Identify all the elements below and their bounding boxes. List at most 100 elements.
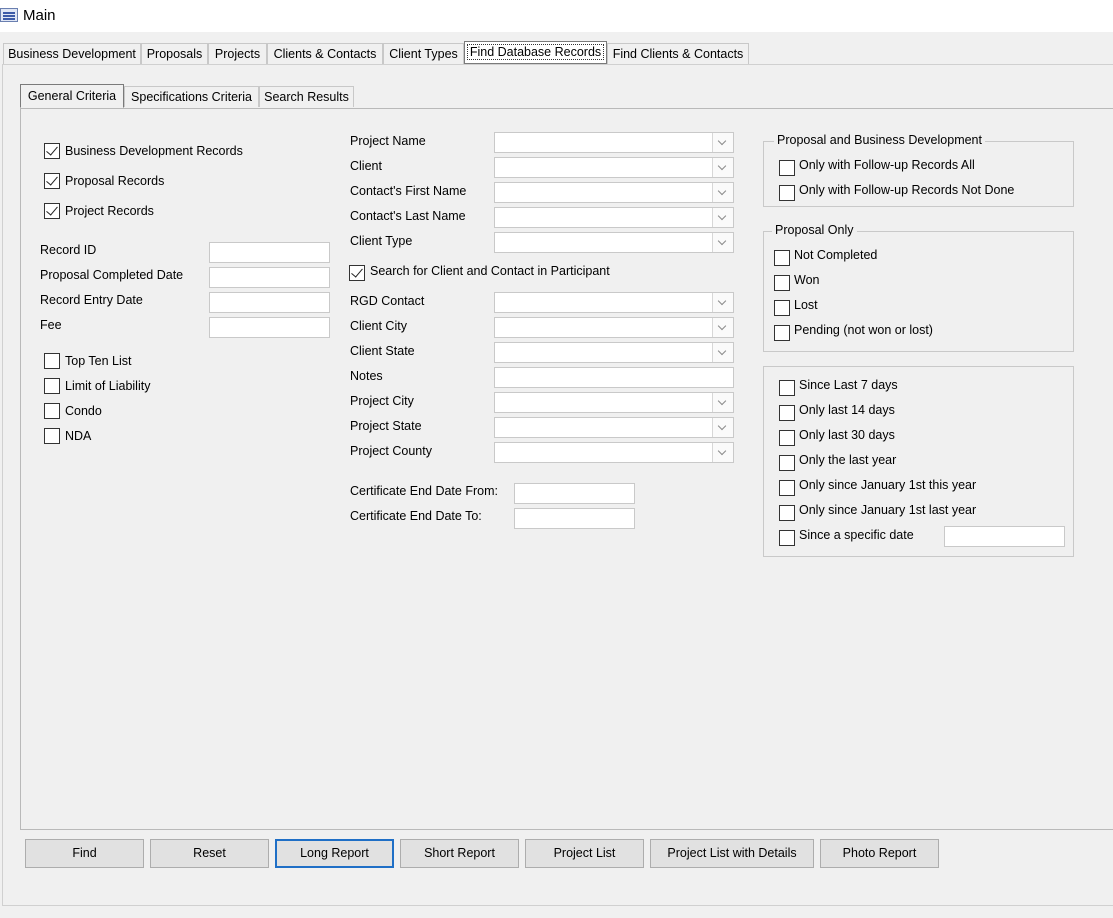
tab-clients-contacts[interactable]: Clients & Contacts — [267, 43, 383, 64]
tab-business-development[interactable]: Business Development — [3, 43, 141, 64]
certificate-end-date-from-input[interactable] — [514, 483, 635, 504]
chevron-down-icon[interactable] — [712, 183, 733, 202]
chevron-down-icon[interactable] — [712, 418, 733, 437]
proposal-only-group-title: Proposal Only — [772, 223, 857, 238]
project-state-label: Project State — [350, 419, 422, 433]
chevron-down-icon[interactable] — [712, 233, 733, 252]
only-last-year-label: Only the last year — [799, 453, 897, 467]
lost-checkbox[interactable] — [774, 300, 790, 316]
long-report-button[interactable]: Long Report — [275, 839, 394, 868]
contact-last-name-combo[interactable] — [494, 207, 734, 228]
record-entry-date-input[interactable] — [209, 292, 330, 313]
proposal-records-checkbox[interactable] — [44, 173, 60, 189]
only-last-30-days-checkbox[interactable] — [779, 430, 795, 446]
record-id-label: Record ID — [40, 243, 97, 257]
business-development-records-checkbox[interactable] — [44, 143, 60, 159]
since-jan-this-year-checkbox[interactable] — [779, 480, 795, 496]
contact-first-name-combo[interactable] — [494, 182, 734, 203]
tab-projects[interactable]: Projects — [208, 43, 267, 64]
client-city-combo[interactable] — [494, 317, 734, 338]
chevron-down-icon[interactable] — [712, 208, 733, 227]
record-id-input[interactable] — [209, 242, 330, 263]
fee-input[interactable] — [209, 317, 330, 338]
proposal-completed-date-input[interactable] — [209, 267, 330, 288]
project-list-details-button[interactable]: Project List with Details — [650, 839, 814, 868]
reset-button[interactable]: Reset — [150, 839, 269, 868]
client-city-label: Client City — [350, 319, 407, 333]
participant-search-checkbox[interactable] — [349, 265, 365, 281]
project-list-button[interactable]: Project List — [525, 839, 644, 868]
chevron-down-icon[interactable] — [712, 443, 733, 462]
top-ten-list-label: Top Ten List — [65, 354, 132, 368]
since-last-7-days-checkbox[interactable] — [779, 380, 795, 396]
since-specific-date-label: Since a specific date — [799, 528, 914, 542]
since-jan-last-year-checkbox[interactable] — [779, 505, 795, 521]
followup-not-done-checkbox[interactable] — [779, 185, 795, 201]
followup-all-label: Only with Follow-up Records All — [799, 158, 975, 172]
certificate-end-date-to-input[interactable] — [514, 508, 635, 529]
tab-search-results[interactable]: Search Results — [259, 86, 354, 107]
specific-date-input[interactable] — [944, 526, 1065, 547]
rgd-contact-combo[interactable] — [494, 292, 734, 313]
proposal-completed-date-label: Proposal Completed Date — [40, 268, 184, 282]
participant-search-label: Search for Client and Contact in Partici… — [370, 264, 610, 278]
chevron-down-icon[interactable] — [712, 343, 733, 362]
project-records-checkbox[interactable] — [44, 203, 60, 219]
proposal-records-label: Proposal Records — [65, 174, 165, 188]
won-checkbox[interactable] — [774, 275, 790, 291]
condo-label: Condo — [65, 404, 102, 418]
form-app-icon — [0, 8, 18, 22]
pending-checkbox[interactable] — [774, 325, 790, 341]
client-state-label: Client State — [350, 344, 415, 358]
title-bar — [0, 0, 1113, 32]
business-development-records-label: Business Development Records — [65, 144, 243, 158]
client-combo[interactable] — [494, 157, 734, 178]
since-jan-this-year-label: Only since January 1st this year — [799, 478, 977, 492]
project-name-label: Project Name — [350, 134, 426, 148]
followup-all-checkbox[interactable] — [779, 160, 795, 176]
chevron-down-icon[interactable] — [712, 318, 733, 337]
only-last-14-days-checkbox[interactable] — [779, 405, 795, 421]
contact-last-name-label: Contact's Last Name — [350, 209, 466, 223]
project-name-combo[interactable] — [494, 132, 734, 153]
certificate-end-date-to-label: Certificate End Date To: — [350, 509, 482, 523]
since-last-7-days-label: Since Last 7 days — [799, 378, 898, 392]
tab-proposals[interactable]: Proposals — [141, 43, 208, 64]
project-records-label: Project Records — [65, 204, 154, 218]
notes-label: Notes — [350, 369, 383, 383]
client-type-combo[interactable] — [494, 232, 734, 253]
followup-not-done-label: Only with Follow-up Records Not Done — [799, 183, 1015, 197]
photo-report-button[interactable]: Photo Report — [820, 839, 939, 868]
only-last-30-days-label: Only last 30 days — [799, 428, 895, 442]
since-specific-date-checkbox[interactable] — [779, 530, 795, 546]
won-label: Won — [794, 273, 820, 287]
tab-specifications-criteria[interactable]: Specifications Criteria — [124, 86, 259, 107]
top-ten-list-checkbox[interactable] — [44, 353, 60, 369]
contact-first-name-label: Contact's First Name — [350, 184, 467, 198]
since-jan-last-year-label: Only since January 1st last year — [799, 503, 977, 517]
limit-of-liability-label: Limit of Liability — [65, 379, 151, 393]
chevron-down-icon[interactable] — [712, 393, 733, 412]
chevron-down-icon[interactable] — [712, 293, 733, 312]
find-button[interactable]: Find — [25, 839, 144, 868]
chevron-down-icon[interactable] — [712, 158, 733, 177]
project-county-combo[interactable] — [494, 442, 734, 463]
certificate-end-date-from-label: Certificate End Date From: — [350, 484, 498, 498]
not-completed-checkbox[interactable] — [774, 250, 790, 266]
project-state-combo[interactable] — [494, 417, 734, 438]
not-completed-label: Not Completed — [794, 248, 878, 262]
limit-of-liability-checkbox[interactable] — [44, 378, 60, 394]
project-city-combo[interactable] — [494, 392, 734, 413]
tab-find-clients-contacts[interactable]: Find Clients & Contacts — [607, 43, 749, 64]
nda-label: NDA — [65, 429, 92, 443]
chevron-down-icon[interactable] — [712, 133, 733, 152]
nda-checkbox[interactable] — [44, 428, 60, 444]
tab-general-criteria[interactable]: General Criteria — [20, 84, 124, 108]
tab-client-types[interactable]: Client Types — [383, 43, 464, 64]
condo-checkbox[interactable] — [44, 403, 60, 419]
client-state-combo[interactable] — [494, 342, 734, 363]
notes-input[interactable] — [494, 367, 734, 388]
only-last-year-checkbox[interactable] — [779, 455, 795, 471]
tab-find-database-records[interactable]: Find Database Records — [464, 41, 607, 64]
short-report-button[interactable]: Short Report — [400, 839, 519, 868]
